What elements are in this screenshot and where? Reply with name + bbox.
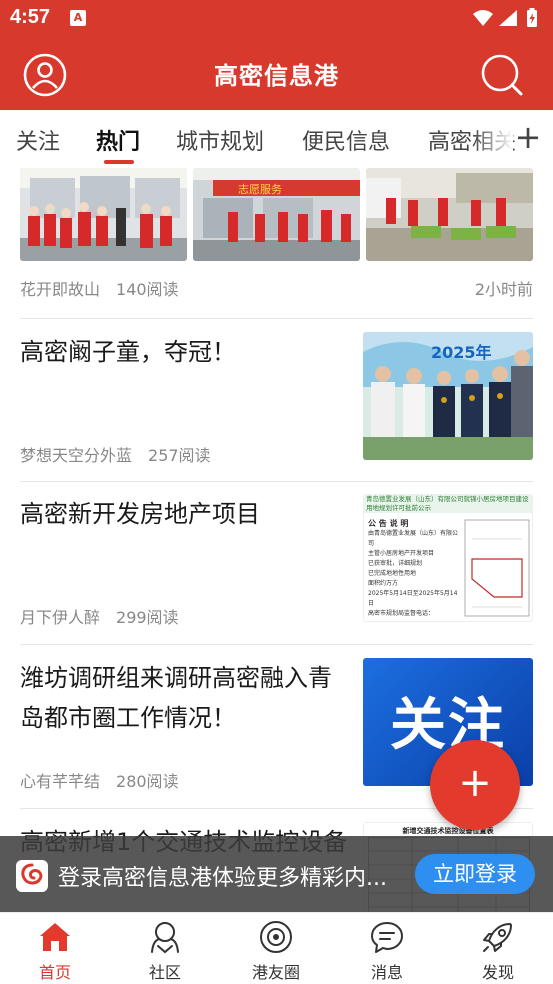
active-tab-indicator (104, 160, 134, 164)
nav-discover[interactable]: 发现 (443, 913, 553, 984)
app-screen: 4:57 A 高密信息港 关注 热门 城市规划 便民信息 高密相关 + 志愿服务… (0, 0, 553, 984)
nav-label: 消息 (370, 963, 403, 982)
thumbnail-year-text: 2025年 (431, 343, 492, 362)
nav-label: 发现 (481, 963, 514, 982)
notice-line: 高密市规划局监督电话：2505353 (368, 610, 435, 617)
login-prompt-banner: 登录高密信息港体验更多精彩内... 立即登录 (0, 836, 553, 912)
camera-circle-icon (260, 921, 292, 953)
tab-city-planning[interactable]: 城市规划 (176, 124, 264, 156)
notice-line: 主管小居房地产开发项目 (368, 550, 435, 557)
divider (20, 644, 533, 645)
notice-heading: 青岛德置业发展（山东）有限公司就锦小居房地项目建设用地规划许可批前公示 (364, 495, 532, 513)
feed-item-meta: 心有芊芊结 280阅读 (20, 768, 179, 792)
read-count: 280阅读 (116, 772, 179, 791)
nav-friends-circle[interactable]: 港友圈 (221, 913, 331, 984)
nav-messages[interactable]: 消息 (332, 913, 442, 984)
page-title: 高密信息港 (214, 62, 339, 90)
divider (20, 481, 533, 482)
site-plan-drawing (464, 519, 530, 617)
message-icon (371, 922, 403, 953)
home-icon (40, 923, 70, 951)
notice-line: 面积约万方 (368, 580, 399, 587)
bottom-navigation: 首页 社区 港友圈 消息 发现 (0, 912, 553, 984)
article-title[interactable]: 高密阚子童，夺冠！ (20, 332, 350, 372)
tab-guanzhu[interactable]: 关注 (16, 124, 60, 156)
notification-icon: A (70, 10, 86, 26)
feed-item-meta: 梦想天空分外蓝 257阅读 (20, 442, 211, 466)
author-name: 心有芊芊结 (20, 772, 101, 791)
create-post-button[interactable]: + (430, 740, 520, 830)
nav-label: 社区 (148, 963, 181, 982)
search-icon[interactable] (479, 52, 525, 98)
feed-photo-volunteers-3[interactable] (366, 168, 533, 261)
feed-item-meta: 花开即故山 140阅读 (20, 276, 179, 300)
article-title[interactable]: 潍坊调研组来调研高密融入青岛都市圈工作情况！ (20, 658, 350, 738)
status-time: 4:57 (10, 6, 51, 28)
notice-line: 已获审批，详细规划 (368, 560, 423, 567)
app-header: 高密信息港 (0, 36, 553, 110)
table-heading: 新增交通技术监控设备位置表 (402, 827, 494, 835)
tab-fade-overlay (473, 110, 513, 168)
add-tab-icon[interactable]: + (513, 121, 543, 153)
tab-public-info[interactable]: 便民信息 (302, 124, 390, 156)
read-count: 299阅读 (116, 608, 179, 627)
rocket-icon (483, 923, 512, 952)
article-thumbnail-notice[interactable]: 青岛德置业发展（山东）有限公司就锦小居房地项目建设用地规划许可批前公示 公 告 … (363, 494, 533, 622)
status-bar: 4:57 A (0, 0, 553, 36)
article-title[interactable]: 高密新开发房地产项目 (20, 494, 350, 534)
system-status-icons (473, 8, 537, 27)
tab-hot[interactable]: 热门 (96, 124, 140, 156)
author-name: 梦想天空分外蓝 (20, 446, 133, 465)
nav-label: 港友圈 (251, 963, 300, 982)
community-icon (151, 922, 179, 954)
login-prompt-text: 登录高密信息港体验更多精彩内... (58, 866, 387, 891)
feed-item-meta: 月下伊人醉 299阅读 (20, 604, 179, 628)
post-time: 2小时前 (474, 280, 533, 299)
wifi-icon (473, 10, 493, 26)
notice-line: 已完成地地性用地 (368, 570, 417, 577)
divider (20, 318, 533, 319)
signal-icon (499, 10, 517, 26)
app-logo-icon (16, 860, 48, 892)
feed-photo-volunteers-1[interactable] (20, 168, 187, 261)
read-count: 140阅读 (116, 280, 179, 299)
nav-home[interactable]: 首页 (0, 913, 110, 984)
read-count: 257阅读 (148, 446, 211, 465)
nav-community[interactable]: 社区 (110, 913, 220, 984)
photo-banner-text: 志愿服务 (238, 183, 282, 196)
login-button[interactable]: 立即登录 (415, 854, 535, 894)
author-name: 花开即故山 (20, 280, 101, 299)
category-tabs: 关注 热门 城市规划 便民信息 高密相关 + (0, 110, 553, 168)
notice-line: 公 告 说 明 (368, 519, 409, 528)
feed-photo-volunteers-2[interactable]: 志愿服务 (193, 168, 360, 261)
nav-label: 首页 (38, 963, 71, 982)
notice-line: 由青岛德置业发展（山东）有限公司 (368, 530, 459, 547)
article-thumbnail-champion[interactable]: 2025年 (363, 332, 533, 460)
notice-line: 2025年5月14日至2025年5月14日 (368, 590, 458, 607)
author-name: 月下伊人醉 (20, 608, 101, 627)
